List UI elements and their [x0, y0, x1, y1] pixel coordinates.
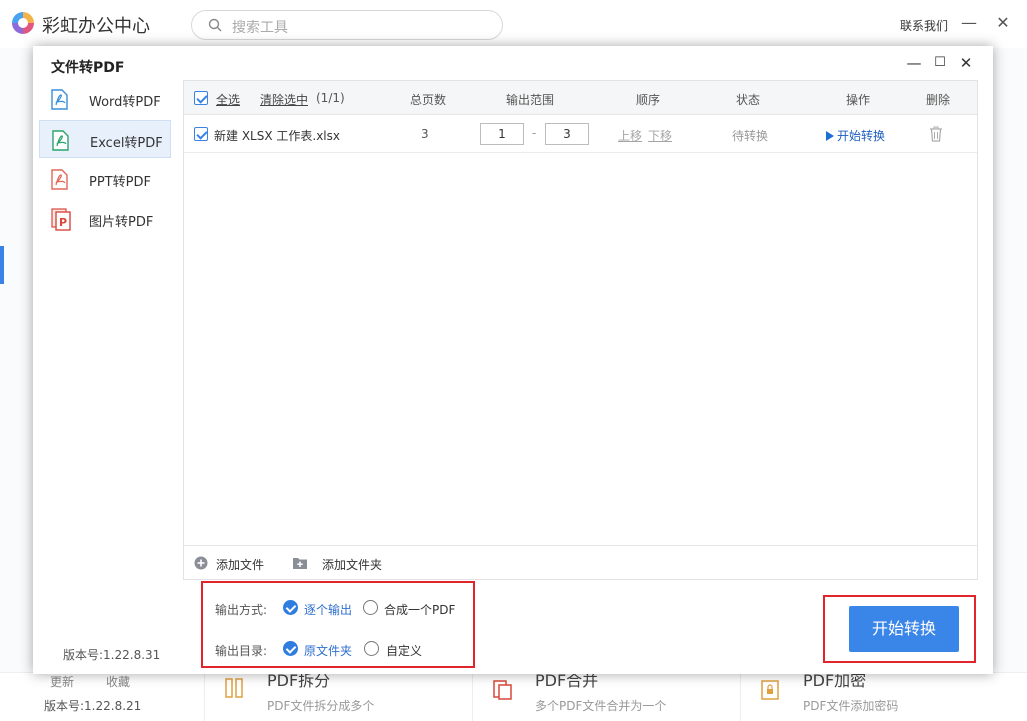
- sidebar-item-label: PPT转PDF: [89, 175, 151, 190]
- header-order: 顺序: [636, 93, 661, 107]
- sidebar-item-excel-to-pdf[interactable]: Excel转PDF: [39, 120, 171, 158]
- search-placeholder: 搜索工具: [232, 20, 288, 36]
- row-start-convert-button[interactable]: 开始转换: [826, 127, 885, 144]
- option-merge-pdf-label[interactable]: 合成一个PDF: [384, 601, 455, 618]
- output-options-highlight: 输出方式: 逐个输出 合成一个PDF 输出目录: 原文件夹 自定义: [201, 581, 475, 668]
- conversion-type-sidebar: Word转PDF Excel转PDF PPT转PDF P 图片转PDF 版本号:…: [39, 80, 179, 674]
- file-name: 新建 XLSX 工作表.xlsx: [214, 129, 340, 143]
- dialog-maximize-button[interactable]: ☐: [929, 52, 951, 74]
- file-to-pdf-dialog: 文件转PDF — ☐ ✕ Word转PDF Excel转PDF PPT转PDF: [33, 46, 993, 674]
- radio-one-by-one[interactable]: [283, 600, 298, 615]
- sidebar-item-image-to-pdf[interactable]: P 图片转PDF: [39, 200, 171, 238]
- file-panel-footer: 添加文件 添加文件夹: [184, 545, 977, 579]
- image-pdf-icon: P: [51, 208, 71, 231]
- output-dir-label: 输出目录:: [215, 644, 268, 658]
- selection-count: (1/1): [316, 91, 345, 105]
- file-status: 待转换: [732, 129, 769, 143]
- move-down-link[interactable]: 下移: [648, 127, 672, 144]
- favorite-link[interactable]: 收藏: [106, 673, 130, 690]
- start-button-highlight: 开始转换: [823, 595, 976, 663]
- tool-card-pdf-merge[interactable]: PDF合并 多个PDF文件合并为一个: [472, 671, 726, 721]
- search-box[interactable]: 搜索工具: [191, 10, 503, 40]
- excel-pdf-icon: [52, 130, 69, 151]
- header-output-range: 输出范围: [506, 93, 555, 107]
- dialog-minimize-button[interactable]: —: [903, 52, 925, 74]
- tool-card-desc: 多个PDF文件合并为一个: [535, 699, 667, 713]
- pdf-split-icon: [225, 678, 243, 698]
- option-custom-folder-label[interactable]: 自定义: [386, 642, 422, 659]
- dialog-close-button[interactable]: ✕: [955, 52, 977, 74]
- app-header: 彩虹办公中心 搜索工具 联系我们 — ✕: [0, 0, 1027, 48]
- select-all-link[interactable]: 全选: [216, 91, 240, 108]
- start-convert-button[interactable]: 开始转换: [849, 606, 959, 652]
- contact-us-link[interactable]: 联系我们: [900, 17, 948, 34]
- add-folder-icon: [293, 558, 307, 569]
- tool-card-pdf-encrypt[interactable]: PDF加密 PDF文件添加密码: [740, 671, 994, 721]
- sidebar-item-ppt-to-pdf[interactable]: PPT转PDF: [39, 160, 171, 198]
- app-close-button[interactable]: ✕: [992, 12, 1014, 34]
- app-version: 版本号:1.22.8.21: [44, 699, 142, 713]
- file-total-pages: 3: [421, 127, 429, 141]
- sidebar-item-label: Word转PDF: [89, 95, 161, 110]
- sidebar-active-indicator: [0, 246, 4, 284]
- row-start-convert-label: 开始转换: [837, 129, 886, 143]
- option-original-folder-label[interactable]: 原文件夹: [304, 642, 352, 659]
- header-delete: 删除: [926, 93, 951, 107]
- tool-card-desc: PDF文件拆分成多个: [267, 699, 375, 713]
- dialog-version: 版本号:1.22.8.31: [63, 648, 161, 662]
- sidebar-item-label: Excel转PDF: [90, 136, 163, 151]
- header-action: 操作: [846, 93, 871, 107]
- clear-selected-link[interactable]: 清除选中: [260, 91, 308, 108]
- table-row: 新建 XLSX 工作表.xlsx 3 1 - 3 上移 下移 待转换 开始转换: [184, 115, 977, 153]
- option-one-by-one-label[interactable]: 逐个输出: [304, 601, 352, 618]
- file-list-panel: 全选 清除选中 (1/1) 总页数 输出范围 顺序 状态 操作 删除 新建 XL…: [183, 80, 978, 580]
- range-to-input[interactable]: 3: [545, 123, 589, 145]
- range-separator: -: [532, 126, 537, 140]
- ppt-pdf-icon: [51, 169, 68, 190]
- header-total-pages: 总页数: [410, 93, 447, 107]
- app-minimize-button[interactable]: —: [958, 12, 980, 34]
- add-file-button[interactable]: 添加文件: [216, 556, 264, 573]
- row-checkbox[interactable]: [194, 127, 208, 141]
- output-mode-label: 输出方式:: [215, 603, 268, 617]
- app-bottom-bar: 更新 收藏 版本号:1.22.8.21 PDF拆分 PDF文件拆分成多个 PDF…: [0, 671, 1027, 721]
- pdf-lock-icon: [761, 680, 779, 700]
- select-all-checkbox[interactable]: [194, 91, 208, 105]
- move-up-link[interactable]: 上移: [618, 127, 642, 144]
- add-folder-button[interactable]: 添加文件夹: [322, 556, 382, 573]
- word-pdf-icon: [51, 89, 68, 110]
- tool-card-desc: PDF文件添加密码: [803, 699, 899, 713]
- radio-original-folder[interactable]: [283, 641, 298, 656]
- add-file-icon: [194, 556, 208, 570]
- update-link[interactable]: 更新: [50, 673, 74, 690]
- radio-merge-pdf[interactable]: [363, 600, 378, 615]
- radio-custom-folder[interactable]: [364, 641, 379, 656]
- sidebar-item-label: 图片转PDF: [89, 215, 154, 230]
- play-icon: [826, 131, 834, 141]
- rainbow-logo-icon: [12, 12, 34, 34]
- trash-icon[interactable]: [929, 126, 943, 142]
- table-header: 全选 清除选中 (1/1) 总页数 输出范围 顺序 状态 操作 删除: [184, 81, 977, 115]
- pdf-merge-icon: [493, 680, 512, 700]
- tool-card-pdf-split[interactable]: PDF拆分 PDF文件拆分成多个: [204, 671, 458, 721]
- svg-text:P: P: [59, 216, 67, 229]
- sidebar-item-word-to-pdf[interactable]: Word转PDF: [39, 80, 171, 118]
- header-status: 状态: [736, 93, 761, 107]
- range-from-input[interactable]: 1: [480, 123, 524, 145]
- dialog-title: 文件转PDF: [51, 60, 125, 76]
- app-title: 彩虹办公中心: [42, 16, 150, 37]
- search-icon: [208, 18, 222, 32]
